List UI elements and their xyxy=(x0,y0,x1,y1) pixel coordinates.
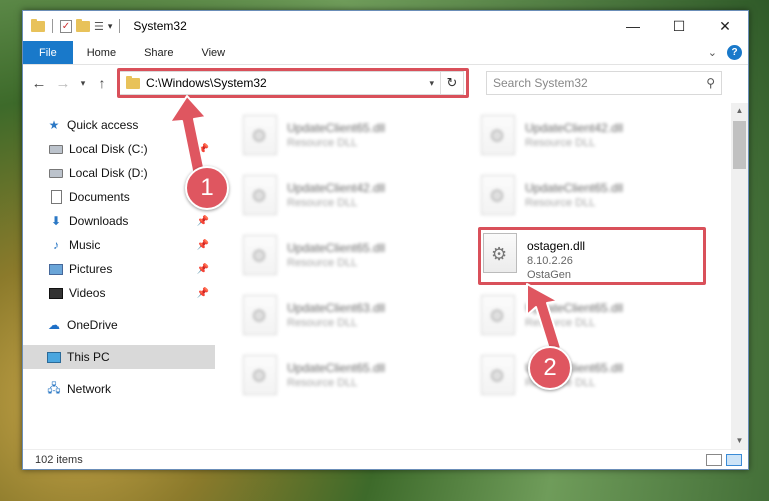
step-2-badge: 2 xyxy=(528,346,572,390)
arrow-step2 xyxy=(526,283,562,353)
step-1-badge: 1 xyxy=(185,166,229,210)
annotation-arrows xyxy=(169,95,562,353)
